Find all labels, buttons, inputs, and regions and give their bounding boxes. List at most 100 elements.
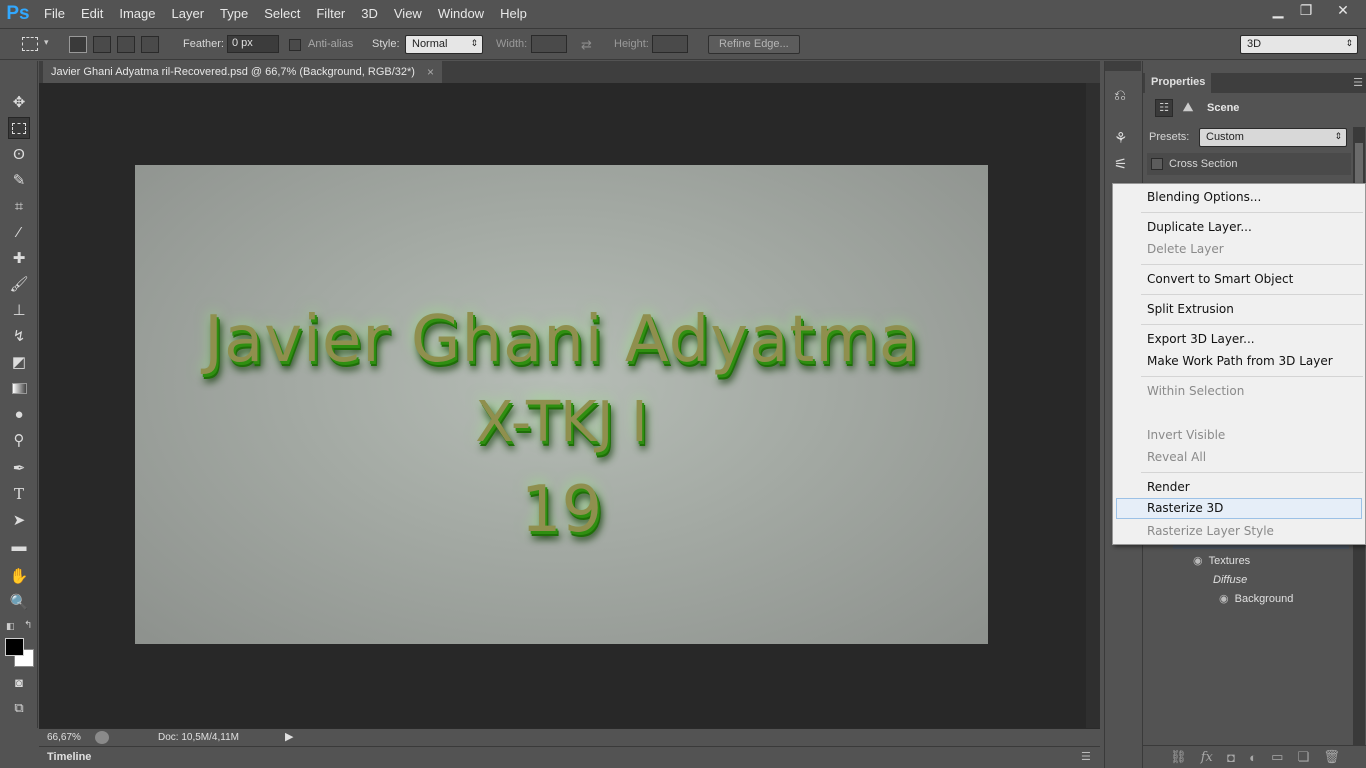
antialias-checkbox[interactable] — [289, 39, 301, 51]
trash-icon[interactable]: 🗑 — [1323, 749, 1340, 765]
menu-item-rasterize-3d[interactable]: Rasterize 3D — [1116, 498, 1362, 519]
tree-row-background[interactable]: ◉ Background — [1219, 589, 1293, 608]
brush-tool-icon[interactable]: 🖌 — [8, 273, 30, 295]
presets-select-value: Custom — [1206, 131, 1244, 143]
zoom-level[interactable]: 66,67% — [47, 732, 81, 743]
play-arrow-icon[interactable]: ▶ — [285, 730, 293, 743]
new-layer-icon[interactable]: ❏ — [1298, 749, 1310, 765]
refine-edge-button[interactable]: Refine Edge... — [708, 35, 800, 54]
cross-section-checkbox[interactable] — [1151, 158, 1163, 170]
blur-tool-icon[interactable]: ● — [8, 403, 30, 425]
scrollbar-thumb[interactable] — [1355, 143, 1363, 183]
restore-button[interactable]: ❐ — [1292, 0, 1320, 20]
menu-select[interactable]: Select — [256, 0, 308, 27]
menu-view[interactable]: View — [386, 0, 430, 27]
quick-mask-icon[interactable]: ◙ — [8, 671, 30, 693]
eraser-tool-icon[interactable]: ◩ — [8, 351, 30, 373]
menu-separator — [1141, 324, 1363, 325]
menu-3d[interactable]: 3D — [353, 0, 386, 27]
menu-item-duplicate-layer[interactable]: Duplicate Layer... — [1116, 217, 1362, 238]
path-selection-tool-icon[interactable]: ➤ — [8, 509, 30, 531]
history-panel-icon[interactable]: ⎌ — [1114, 87, 1126, 104]
menu-image[interactable]: Image — [111, 0, 163, 27]
quick-selection-tool-icon[interactable]: ✎ — [8, 169, 30, 191]
swap-icon[interactable]: ⇄ — [581, 37, 592, 53]
document-canvas[interactable]: Javier Ghani Adyatma X-TKJ I 19 — [135, 165, 988, 644]
type-tool-icon[interactable]: T — [8, 483, 30, 505]
menu-layer[interactable]: Layer — [164, 0, 213, 27]
menu-type[interactable]: Type — [212, 0, 256, 27]
brush-presets-icon[interactable]: ⚘ — [1114, 129, 1127, 147]
menu-item-within-selection: Within Selection — [1147, 384, 1245, 398]
crop-tool-icon[interactable]: ⌗ — [8, 195, 30, 217]
history-brush-tool-icon[interactable]: ↯ — [8, 325, 30, 347]
workspace-select-value: 3D — [1247, 38, 1262, 50]
eye-icon[interactable]: ◉ — [1219, 592, 1229, 605]
menu-edit[interactable]: Edit — [73, 0, 111, 27]
vertical-scrollbar[interactable] — [1086, 83, 1100, 728]
gradient-tool-icon[interactable] — [8, 377, 30, 399]
zoom-tool-icon[interactable]: 🔍 — [8, 591, 30, 613]
menu-filter[interactable]: Filter — [308, 0, 353, 27]
add-to-selection-icon[interactable] — [93, 36, 111, 53]
menu-file[interactable]: File — [36, 0, 73, 27]
eye-icon[interactable]: ◉ — [1193, 554, 1203, 567]
scene-tree: ◉ Textures Diffuse ◉ Background — [1143, 539, 1353, 629]
panel-menu-icon[interactable]: ☰ — [1081, 750, 1091, 763]
menu-item-export-3d-layer[interactable]: Export 3D Layer... — [1116, 329, 1362, 350]
swap-colors-icon[interactable]: ↰ — [24, 620, 32, 631]
marquee-tool-preset-icon[interactable] — [22, 37, 38, 51]
rectangle-tool-icon[interactable]: ▬ — [8, 535, 30, 557]
environment-icon[interactable]: ⛰ — [1183, 100, 1193, 115]
foreground-color-swatch[interactable] — [5, 638, 24, 656]
menu-help[interactable]: Help — [492, 0, 535, 27]
tree-row-diffuse[interactable]: Diffuse — [1213, 570, 1247, 589]
folder-icon[interactable]: ▭ — [1271, 749, 1283, 765]
close-button[interactable]: ✕ — [1320, 0, 1366, 20]
collapse-bar[interactable] — [1105, 61, 1141, 71]
tree-row-textures[interactable]: ◉ Textures — [1193, 551, 1250, 570]
presets-select[interactable]: Custom ⇕ — [1199, 128, 1347, 147]
menu-item-convert-smart-object[interactable]: Convert to Smart Object — [1116, 269, 1362, 290]
height-input[interactable] — [652, 35, 688, 53]
eyedropper-tool-icon[interactable]: ⁄ — [8, 221, 30, 243]
default-colors-icon[interactable]: ◧ — [6, 621, 15, 632]
style-select[interactable]: Normal ⇕ — [405, 35, 483, 54]
lasso-tool-icon[interactable]: ʘ — [8, 143, 30, 165]
clone-stamp-tool-icon[interactable]: ⊥ — [8, 299, 30, 321]
properties-tab[interactable]: Properties — [1145, 73, 1212, 93]
new-selection-icon[interactable] — [69, 36, 87, 53]
panel-menu-icon[interactable]: ☰ — [1353, 76, 1363, 89]
fx-icon[interactable]: fx — [1201, 750, 1213, 765]
workspace-select[interactable]: 3D ⇕ — [1240, 35, 1358, 54]
minimize-button[interactable]: ▁ — [1264, 0, 1292, 20]
menu-window[interactable]: Window — [430, 0, 492, 27]
dodge-tool-icon[interactable]: ⚲ — [8, 429, 30, 451]
move-tool-icon[interactable]: ✥ — [8, 91, 30, 113]
mask-icon[interactable]: ◘ — [1227, 750, 1235, 765]
pen-tool-icon[interactable]: ✒ — [8, 457, 30, 479]
width-input[interactable] — [531, 35, 567, 53]
hand-tool-icon[interactable]: ✋ — [8, 565, 30, 587]
adjustments-icon[interactable]: ⚟ — [1114, 155, 1127, 173]
document-tab[interactable]: Javier Ghani Adyatma ril-Recovered.psd @… — [43, 61, 442, 83]
status-menu-icon[interactable] — [95, 731, 109, 744]
intersect-selection-icon[interactable] — [141, 36, 159, 53]
menu-item-split-extrusion[interactable]: Split Extrusion — [1116, 299, 1362, 320]
close-tab-icon[interactable]: × — [427, 65, 434, 79]
healing-brush-tool-icon[interactable]: ✚ — [8, 247, 30, 269]
menu-item-reveal-all: Reveal All — [1147, 450, 1207, 464]
screen-mode-icon[interactable]: ⧉ — [8, 697, 30, 719]
chevron-down-icon[interactable]: ▾ — [44, 37, 49, 48]
link-icon[interactable]: ⛓ — [1170, 749, 1187, 765]
menu-item-blending-options[interactable]: Blending Options... — [1116, 187, 1362, 208]
scene-filter-icon[interactable]: ☷ — [1155, 99, 1173, 117]
rectangular-marquee-tool-icon[interactable] — [8, 117, 30, 139]
subtract-from-selection-icon[interactable] — [117, 36, 135, 53]
timeline-tab[interactable]: Timeline — [47, 751, 91, 763]
canvas-area[interactable]: Javier Ghani Adyatma X-TKJ I 19 — [39, 83, 1100, 728]
menu-item-make-work-path[interactable]: Make Work Path from 3D Layer — [1116, 351, 1362, 372]
menu-item-render[interactable]: Render — [1116, 477, 1362, 498]
feather-input[interactable]: 0 px — [227, 35, 279, 53]
adjustment-layer-icon[interactable]: ◐ — [1249, 750, 1257, 765]
